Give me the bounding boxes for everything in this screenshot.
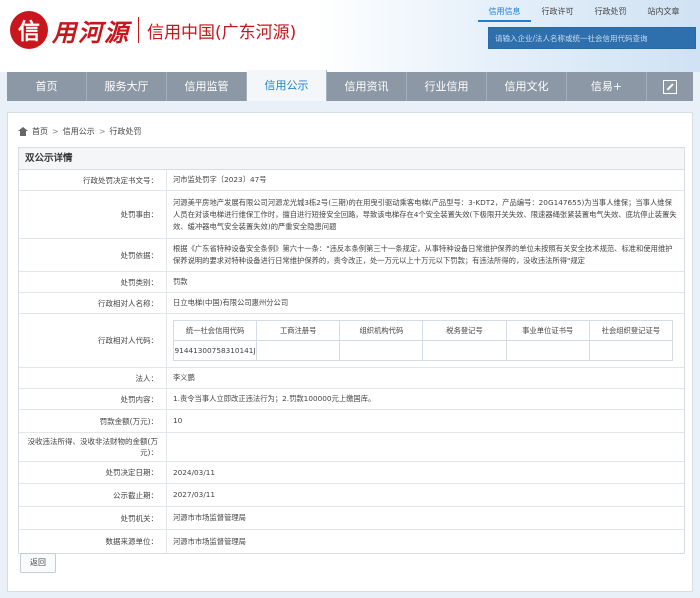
party-code-header-row: 统一社会信用代码 工商注册号 组织机构代码 税务登记号 事业单位证书号 社会组织…: [172, 320, 674, 341]
tab-admin-penalty[interactable]: 行政处罚: [584, 6, 637, 22]
value-authority: 河源市市场监督管理局: [173, 513, 246, 522]
row-basis: 处罚依据： 根据《广东省特种设备安全条例》第六十一条："违反本条例第三十一条规定…: [19, 239, 684, 272]
nav-credit-culture[interactable]: 信用文化: [487, 72, 567, 101]
label-reason: 处罚事由：: [19, 191, 167, 238]
site-header: 信 用河源 信用中国(广东河源) 信用信息 行政许可 行政处罚 站内文章 请输入…: [0, 0, 700, 72]
logo-mark: 信: [10, 11, 48, 49]
label-fine: 罚款金额(万元)：: [19, 410, 167, 432]
row-decision-date: 处罚决定日期： 2024/03/11: [19, 462, 684, 484]
main-nav: 首页 服务大厅 信用监管 信用公示 信用资讯 行业信用 信用文化 信易+: [7, 70, 693, 101]
nav-xinyi-plus[interactable]: 信易+: [567, 72, 647, 101]
label-category: 处罚类别：: [19, 272, 167, 292]
breadcrumb-credit-publicity[interactable]: 信用公示: [63, 126, 95, 137]
tab-site-articles[interactable]: 站内文章: [637, 6, 690, 22]
home-icon: [18, 126, 28, 136]
value-unified-code: 91441300758310141J: [172, 340, 258, 361]
label-basis: 处罚依据：: [19, 239, 167, 271]
label-decision-date: 处罚决定日期：: [19, 462, 167, 483]
row-legal-rep: 法人： 李义鹏: [19, 368, 684, 389]
header-business-reg: 工商注册号: [256, 320, 341, 341]
label-source: 数据来源单位：: [19, 530, 167, 553]
header-org-code: 组织机构代码: [339, 320, 424, 341]
row-source: 数据来源单位： 河源市市场监督管理局: [19, 530, 684, 553]
back-button[interactable]: 返回: [20, 553, 56, 573]
party-code-value-row: 91441300758310141J: [172, 340, 674, 361]
header-tax-reg: 税务登记号: [422, 320, 507, 341]
row-expiry-date: 公示截止期： 2027/03/11: [19, 484, 684, 507]
site-subtitle: 信用中国(广东河源): [147, 22, 297, 43]
value-reason: 河源美平房地产发展有限公司河源龙光城3栋2号(三期)的在用曳引驱动乘客电梯(产品…: [173, 197, 677, 231]
nav-credit-publicity[interactable]: 信用公示: [247, 70, 327, 101]
search-tabs: 信用信息 行政许可 行政处罚 站内文章: [478, 6, 690, 22]
value-source: 河源市市场监督管理局: [173, 536, 246, 546]
value-category: 罚款: [173, 277, 188, 286]
value-decision-date: 2024/03/11: [173, 467, 216, 477]
value-party-code: 统一社会信用代码 工商注册号 组织机构代码 税务登记号 事业单位证书号 社会组织…: [167, 314, 684, 367]
value-confiscation: [167, 433, 684, 461]
row-category: 处罚类别： 罚款: [19, 272, 684, 293]
breadcrumb-admin-penalty[interactable]: 行政处罚: [109, 126, 141, 137]
nav-home[interactable]: 首页: [7, 72, 87, 101]
label-expiry-date: 公示截止期：: [19, 484, 167, 506]
site-logo[interactable]: 信 用河源 信用中国(广东河源): [10, 10, 296, 50]
breadcrumb: 首页 > 信用公示 > 行政处罚: [18, 125, 141, 137]
label-confiscation: 没收违法所得、没收非法财物的金额(万元)：: [19, 433, 167, 461]
row-party-name: 行政相对人名称： 日立电梯(中国)有限公司惠州分公司: [19, 293, 684, 314]
header-institution-cert: 事业单位证书号: [505, 320, 590, 341]
value-institution-cert: [505, 340, 590, 361]
value-org-code: [339, 340, 424, 361]
label-authority: 处罚机关：: [19, 507, 167, 529]
value-content: 1.责令当事人立即改正违法行为；2.罚款100000元上缴国库。: [173, 394, 376, 403]
logo-text: 用河源: [52, 17, 130, 47]
row-reason: 处罚事由： 河源美平房地产发展有限公司河源龙光城3栋2号(三期)的在用曳引驱动乘…: [19, 191, 684, 239]
header-unified-code: 统一社会信用代码: [172, 320, 258, 341]
value-basis: 根据《广东省特种设备安全条例》第六十一条："违反本条例第三十一条规定，从事特种设…: [173, 244, 673, 265]
logo-divider: [138, 17, 139, 43]
breadcrumb-separator: >: [52, 126, 59, 136]
row-party-code: 行政相对人代码： 统一社会信用代码 工商注册号 组织机构代码 税务登记号 事业单…: [19, 314, 684, 368]
nav-credit-supervision[interactable]: 信用监管: [167, 72, 247, 101]
row-confiscation: 没收违法所得、没收非法财物的金额(万元)：: [19, 433, 684, 462]
label-doc-no: 行政处罚决定书文号：: [19, 170, 167, 190]
value-business-reg: [256, 340, 341, 361]
expand-button[interactable]: [647, 72, 693, 101]
row-doc-no: 行政处罚决定书文号： 河市监处罚字〔2023〕47号: [19, 170, 684, 191]
breadcrumb-home[interactable]: 首页: [32, 126, 48, 137]
label-content: 处罚内容：: [19, 389, 167, 409]
value-legal-rep: 李义鹏: [173, 373, 195, 382]
value-fine: 10: [173, 416, 183, 425]
party-code-table: 统一社会信用代码 工商注册号 组织机构代码 税务登记号 事业单位证书号 社会组织…: [172, 320, 674, 361]
nav-service-hall[interactable]: 服务大厅: [87, 72, 167, 101]
value-expiry-date: 2027/03/11: [173, 490, 216, 499]
expand-icon: [663, 79, 677, 94]
tab-admin-license[interactable]: 行政许可: [531, 6, 584, 22]
detail-section: 双公示详情 行政处罚决定书文号： 河市监处罚字〔2023〕47号 处罚事由： 河…: [18, 147, 685, 554]
row-content: 处罚内容： 1.责令当事人立即改正违法行为；2.罚款100000元上缴国库。: [19, 389, 684, 410]
breadcrumb-separator: >: [98, 126, 106, 136]
search-input[interactable]: 请输入企业/法人名称或统一社会信用代码查询: [488, 27, 696, 49]
nav-industry-credit[interactable]: 行业信用: [407, 72, 487, 101]
value-tax-reg: [422, 340, 507, 361]
row-fine: 罚款金额(万元)： 10: [19, 410, 684, 433]
label-party-name: 行政相对人名称：: [19, 293, 167, 313]
section-title: 双公示详情: [19, 148, 684, 170]
main-panel: 首页 > 信用公示 > 行政处罚 双公示详情 行政处罚决定书文号： 河市监处罚字…: [7, 112, 693, 592]
nav-credit-news[interactable]: 信用资讯: [327, 72, 407, 101]
row-authority: 处罚机关： 河源市市场监督管理局: [19, 507, 684, 530]
label-legal-rep: 法人：: [19, 368, 167, 388]
tab-credit-info[interactable]: 信用信息: [478, 6, 531, 22]
header-social-org-cert: 社会组织登记证号: [588, 320, 674, 341]
value-social-org-cert: [588, 340, 674, 361]
value-party-name: 日立电梯(中国)有限公司惠州分公司: [173, 298, 289, 307]
value-doc-no: 河市监处罚字〔2023〕47号: [173, 175, 267, 184]
label-party-code: 行政相对人代码：: [19, 314, 167, 367]
